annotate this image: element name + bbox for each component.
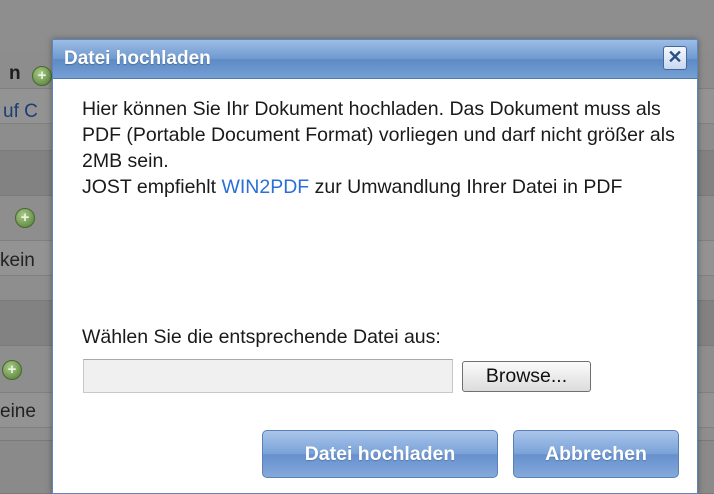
file-select-label: Wählen Sie die entsprechende Datei aus: — [82, 326, 441, 348]
dialog-titlebar[interactable]: Datei hochladen ✕ — [53, 40, 697, 79]
recommendation-paragraph: JOST empfiehlt WIN2PDF zur Umwandlung Ih… — [82, 174, 682, 200]
file-path-input[interactable] — [83, 359, 453, 393]
recommendation-prefix: JOST empfiehlt — [82, 176, 222, 198]
cancel-button[interactable]: Abbrechen — [513, 430, 679, 478]
plus-circle-icon: + — [2, 360, 22, 380]
close-icon[interactable]: ✕ — [663, 46, 687, 70]
recommendation-suffix: zur Umwandlung Ihrer Datei in PDF — [309, 176, 623, 198]
background-row-text-3: eine — [0, 401, 36, 422]
description-paragraph: Hier können Sie Ihr Dokument hochladen. … — [82, 98, 675, 172]
background-row-text-2: kein — [0, 250, 35, 271]
background-heading: n — [9, 63, 21, 84]
browse-button[interactable]: Browse... — [462, 361, 591, 392]
dialog-description: Hier können Sie Ihr Dokument hochladen. … — [82, 96, 682, 200]
plus-circle-icon: + — [32, 66, 52, 86]
upload-dialog: Datei hochladen ✕ Hier können Sie Ihr Do… — [52, 39, 698, 494]
plus-circle-icon: + — [15, 208, 35, 228]
dialog-title: Datei hochladen — [64, 48, 211, 69]
background-link: uf C — [3, 101, 38, 122]
win2pdf-link[interactable]: WIN2PDF — [221, 176, 309, 198]
upload-button[interactable]: Datei hochladen — [262, 430, 498, 478]
